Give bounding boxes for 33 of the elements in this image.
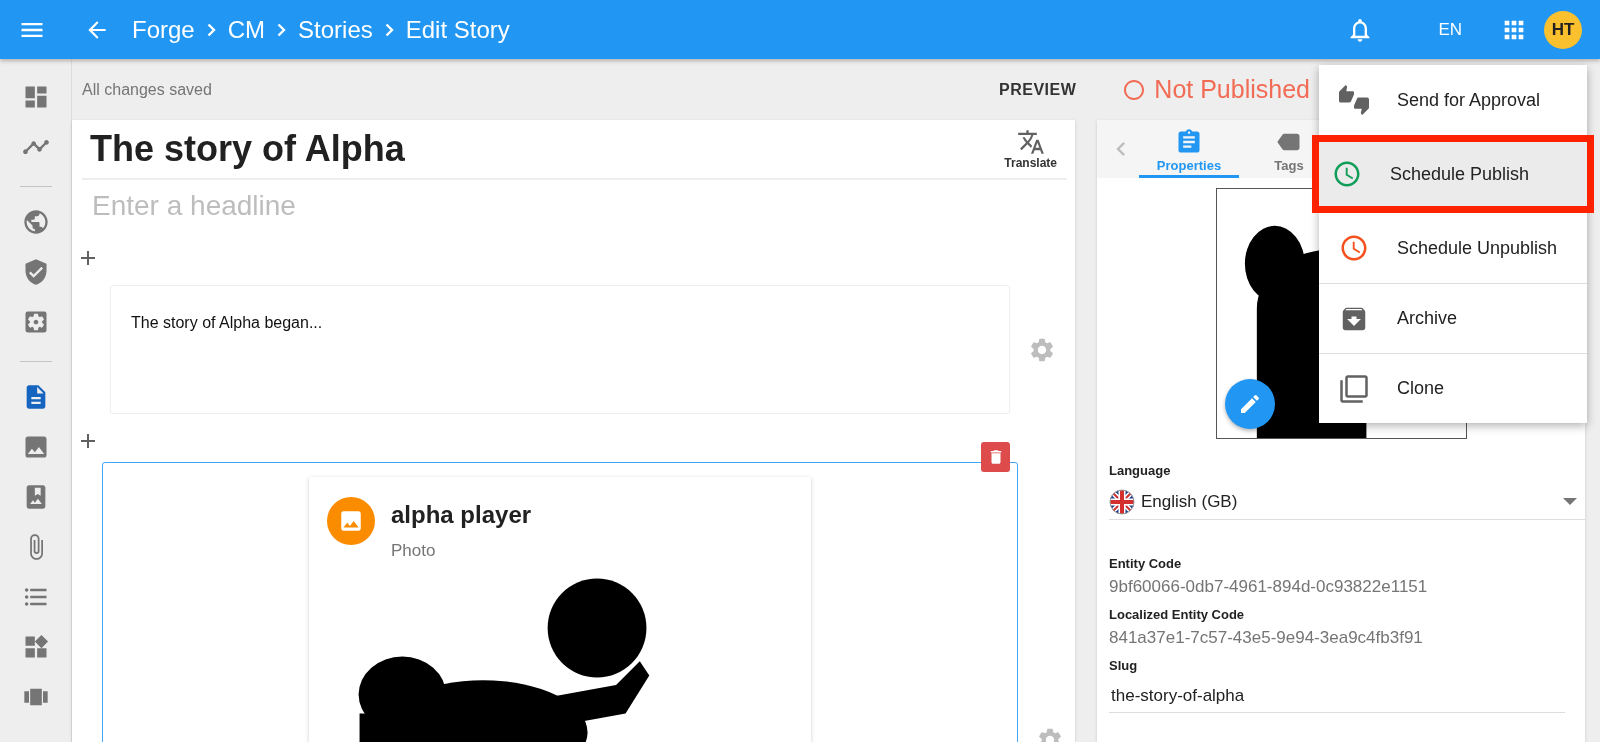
publish-status-text: Not Published — [1154, 75, 1310, 104]
language-select[interactable]: English (GB) — [1109, 484, 1585, 520]
field-value: 9bf60066-0db7-4961-894d-0c93822e1151 — [1109, 577, 1429, 597]
menu-item[interactable]: Clone — [1319, 353, 1587, 423]
delete-button[interactable] — [981, 442, 1010, 472]
breadcrumb: Edit Story — [405, 15, 510, 44]
media-type: Photo — [391, 541, 437, 561]
chevron-icon — [206, 22, 216, 37]
block-text: The story of Alpha began... — [131, 314, 323, 331]
field-value: 841a37e1-7c57-43e5-9e94-3ea9c4fb3f91 — [1109, 628, 1424, 648]
preview-button[interactable]: PREVIEW — [999, 80, 1077, 99]
story-title: The story of Alpha — [90, 128, 405, 170]
media-title: alpha player — [391, 501, 532, 529]
image-icon — [327, 497, 375, 545]
translate-icon — [1016, 128, 1045, 156]
chevron-icon — [277, 22, 287, 37]
translate-button[interactable]: Translate — [994, 126, 1067, 172]
pencil-icon — [1238, 392, 1262, 416]
dropdown-arrow-icon — [1563, 498, 1577, 505]
media-block[interactable]: alpha player Photo — [102, 462, 1018, 742]
menu-item[interactable]: Schedule Unpublish — [1319, 213, 1587, 283]
menu-item[interactable]: Archive — [1319, 283, 1587, 353]
chevron-icon — [384, 22, 394, 37]
avatar[interactable]: HT — [1544, 10, 1582, 49]
text-block[interactable]: The story of Alpha began... — [110, 285, 1010, 414]
field-label: Localized Entity Code — [1109, 607, 1246, 622]
field-label: Language — [1109, 463, 1172, 478]
menu-item[interactable]: Send for Approval — [1319, 65, 1587, 135]
menu-item[interactable]: Schedule Publish — [1312, 135, 1594, 213]
save-status: All changes saved — [82, 80, 212, 99]
field-label: Entity Code — [1109, 556, 1183, 571]
field-label: Slug — [1109, 658, 1139, 673]
flag-icon — [1109, 488, 1135, 515]
